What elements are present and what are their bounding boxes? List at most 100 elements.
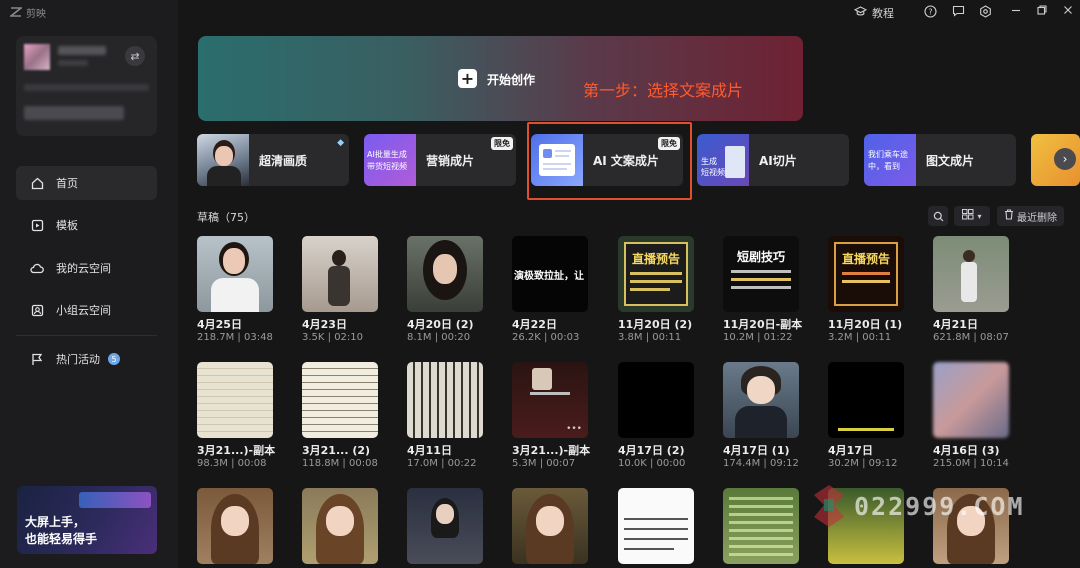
draft-name: 4月23日	[302, 318, 347, 331]
sidebar-item-templates[interactable]: 模板	[16, 208, 157, 242]
message-icon[interactable]	[952, 5, 965, 17]
settings-icon[interactable]	[979, 5, 992, 18]
draft-thumbnail	[933, 362, 1009, 438]
recently-deleted-label: 最近删除	[1017, 212, 1057, 224]
draft-card[interactable]: ••• 3月21...)-副本 5.3M | 00:07	[512, 362, 590, 469]
draft-card[interactable]: 3月21...)-副本 98.3M | 00:08	[197, 362, 275, 469]
draft-card[interactable]: 4月17日 (2) 10.0K | 00:00	[618, 362, 696, 469]
sidebar-item-events[interactable]: 热门活动 5	[16, 342, 157, 376]
draft-name: 4月20日 (2)	[407, 318, 474, 331]
draft-card[interactable]: 演极致拉扯，让 4月22日 26.2K | 00:03	[512, 236, 590, 343]
draft-card[interactable]: 4月17日 (1) 174.4M | 09:12	[723, 362, 801, 469]
draft-thumbnail	[723, 488, 799, 564]
draft-card[interactable]: 短剧技巧 11月20日-副本 10.2M | 01:22	[723, 236, 803, 343]
close-icon[interactable]	[1062, 4, 1074, 16]
thumbnail-caption: 直播预告	[631, 252, 680, 266]
draft-name: 11月20日 (1)	[828, 318, 903, 331]
svg-text:?: ?	[928, 8, 932, 17]
draft-name: 3月21...)-副本	[197, 444, 276, 457]
watermark-text: 022999.COM	[854, 491, 1025, 521]
draft-thumbnail	[407, 362, 483, 438]
draft-thumbnail	[407, 236, 483, 312]
draft-meta: 3.5K | 02:10	[302, 332, 364, 343]
thumb-text-line2: 中，看到	[868, 162, 900, 171]
draft-meta: 3.8M | 00:11	[618, 332, 682, 343]
draft-meta: 10.2M | 01:22	[723, 332, 793, 343]
draft-name: 3月21...)-副本	[512, 444, 591, 457]
account-detail-blurred	[24, 84, 149, 91]
draft-card[interactable]	[618, 488, 696, 568]
tool-image-text-video[interactable]: 我们乘车途 中，看到 图文成片	[864, 134, 1016, 186]
draft-meta: 10.0K | 00:00	[618, 458, 686, 469]
draft-card[interactable]	[302, 488, 380, 568]
free-tag: 限免	[491, 137, 513, 150]
draft-thumbnail	[512, 488, 588, 564]
draft-card[interactable]: 直播预告 11月20日 (1) 3.2M | 00:11	[828, 236, 906, 343]
search-icon[interactable]	[928, 206, 948, 226]
thumb-text-line1: AI批量生成	[367, 150, 407, 159]
account-card[interactable]: ⇄	[16, 36, 157, 136]
draft-thumbnail	[933, 236, 1009, 312]
minimize-icon[interactable]	[1010, 4, 1022, 16]
draft-thumbnail	[197, 362, 273, 438]
switch-account-icon[interactable]: ⇄	[125, 46, 145, 66]
draft-meta: 174.4M | 09:12	[723, 458, 799, 469]
app-logo: 剪映	[10, 5, 46, 20]
draft-name: 11月20日-副本	[723, 318, 803, 331]
chevron-right-icon[interactable]: ›	[1054, 148, 1076, 170]
sidebar-item-label: 模板	[56, 219, 78, 232]
draft-thumbnail	[723, 362, 799, 438]
draft-name: 4月21日	[933, 318, 978, 331]
thumbnail-caption: 短剧技巧	[736, 250, 785, 264]
draft-card[interactable]: 4月21日 621.8M | 08:07	[933, 236, 1011, 343]
promo-line2: 也能轻易得手	[25, 532, 98, 546]
draft-card[interactable]	[723, 488, 801, 568]
watermark-logo-icon	[814, 485, 844, 527]
draft-meta: 26.2K | 00:03	[512, 332, 580, 343]
account-extra-blurred	[24, 106, 124, 120]
draft-card[interactable]: 直播预告 11月20日 (2) 3.8M | 00:11	[618, 236, 696, 343]
tool-marketing-video[interactable]: AI批量生成 带货短视频 限免 营销成片	[364, 134, 516, 186]
restore-icon[interactable]	[1036, 4, 1048, 16]
plus-icon: +	[458, 69, 477, 88]
start-creation-banner[interactable]: + 开始创作 第一步：选择文案成片	[198, 36, 803, 121]
draft-card[interactable]: 4月17日 30.2M | 09:12	[828, 362, 906, 469]
cloud-icon	[30, 261, 44, 275]
annotation-highlight-box	[527, 122, 692, 200]
thumb-text-line1: 我们乘车途	[868, 150, 908, 159]
draft-card[interactable]	[512, 488, 590, 568]
draft-name: 4月11日	[407, 444, 452, 457]
draft-card[interactable]: 4月20日 (2) 8.1M | 00:20	[407, 236, 485, 343]
draft-meta: 8.1M | 00:20	[407, 332, 471, 343]
draft-card[interactable]: 4月11日 17.0M | 00:22	[407, 362, 485, 469]
tutorial-button[interactable]: 教程	[853, 5, 894, 21]
draft-card[interactable]: 4月25日 218.7M | 03:48	[197, 236, 275, 343]
tool-label: 图文成片	[926, 154, 975, 168]
draft-card[interactable]: 3月21... (2) 118.8M | 00:08	[302, 362, 380, 469]
draft-card[interactable]: 4月23日 3.5K | 02:10	[302, 236, 380, 343]
draft-thumbnail	[618, 488, 694, 564]
sidebar-item-group-cloud[interactable]: 小组云空间	[16, 293, 157, 327]
big-screen-promo-banner[interactable]: 大屏上手， 也能轻易得手	[17, 486, 157, 554]
flag-icon	[30, 352, 44, 366]
sidebar-item-home[interactable]: 首页	[16, 166, 157, 200]
sidebar-item-label: 小组云空间	[56, 304, 111, 317]
draft-card[interactable]: 4月16日 (3) 215.0M | 10:14	[933, 362, 1011, 469]
tool-thumbnail: 我们乘车途 中，看到	[864, 134, 916, 186]
draft-meta: 30.2M | 09:12	[828, 458, 898, 469]
tool-ultra-hd[interactable]: ◆ 超清画质	[197, 134, 349, 186]
draft-card[interactable]	[197, 488, 275, 568]
recently-deleted-button[interactable]: 最近删除	[997, 206, 1064, 226]
draft-name: 4月25日	[197, 318, 242, 331]
draft-thumbnail	[828, 362, 904, 438]
thumb-text-line2: 带货短视频	[367, 162, 407, 171]
draft-card[interactable]	[407, 488, 485, 568]
tool-ai-clip[interactable]: 生成 短视频 AI切片	[697, 134, 849, 186]
draft-thumbnail	[618, 362, 694, 438]
help-icon[interactable]: ?	[924, 5, 937, 18]
draft-thumbnail	[197, 236, 273, 312]
sidebar-item-my-cloud[interactable]: 我的云空间	[16, 251, 157, 285]
draft-thumbnail	[302, 236, 378, 312]
view-mode-dropdown[interactable]: ▾	[954, 206, 990, 226]
draft-name: 4月16日 (3)	[933, 444, 1000, 457]
